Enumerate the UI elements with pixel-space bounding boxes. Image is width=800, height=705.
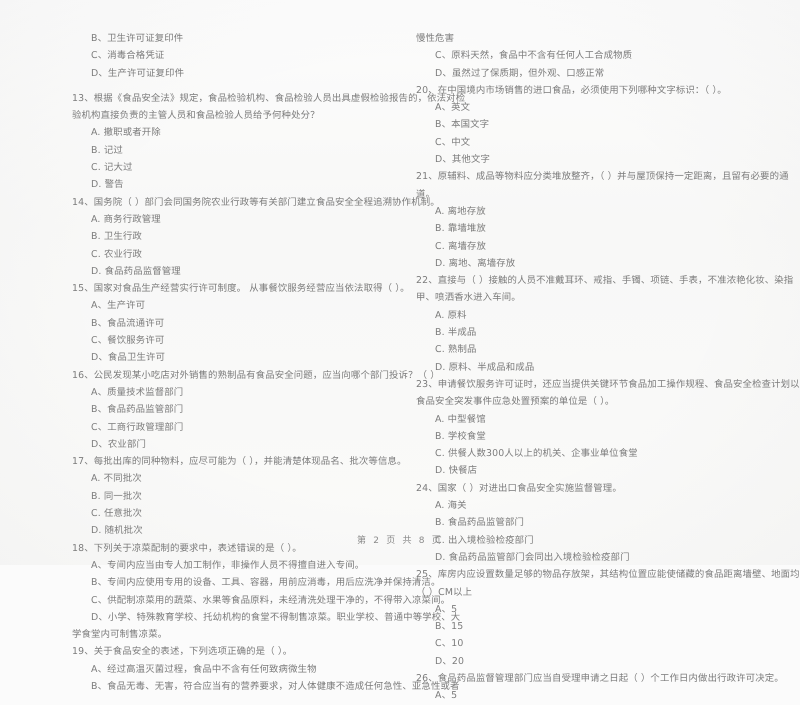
answer-option-line: C、10 [435,638,464,650]
answer-option-line: A. 海关 [435,500,467,512]
answer-option-line: B. 半成品 [435,327,477,339]
answer-option-line: C、餐饮服务许可 [91,335,165,347]
answer-option-line: C、中文 [435,136,471,148]
answer-option-line: C、原料天然，食品中不含有任何人工合成物质 [435,50,633,62]
question-stem-line: 25、库房内应设置数量足够的物品存放架，其结构位置应能使储藏的食品距离墙壁、地面… [416,569,800,581]
answer-option-line: A、专间内应当由专人加工制作，非操作人员不得擅自进入专间。 [91,559,365,571]
answer-option-line: A. 原料 [435,309,467,321]
answer-option-line: A. 不同批次 [91,473,142,485]
answer-option-line: A. 离地存放 [435,205,486,217]
question-stem-line: 24、国家（ ）对进出口食品安全实施监督管理。 [416,482,622,494]
wrapped-continuation-line: 验机构直接负责的主管人员和食品检验人员给予何种处分？ [72,110,320,122]
answer-option-line: C. 农业行政 [91,248,143,260]
answer-option-line: D. 原料、半成品和成品 [435,361,535,373]
question-stem-line: 13、根据《食品安全法》规定，食品检验机构、食品检验人员出具虚假检验报告的，依法… [72,92,466,104]
answer-option-line: B. 学校食堂 [435,430,486,442]
answer-option-line: D、其他文字 [435,154,490,166]
answer-option-line: C、消毒合格凭证 [91,50,165,62]
answer-option-line: D、生产许可证复印件 [91,67,185,79]
answer-option-line: B. 同一批次 [91,490,142,502]
scanned-page: B、卫生许可证复印件 C、消毒合格凭证 D、生产许可证复印件 13、根据《食品安全法》… [0,0,800,701]
answer-option-line: A. 撤职或者开除 [91,127,161,139]
page-footer: 第 2 页 共 8 页 [357,536,443,546]
question-stem-line: 16、公民发现某小吃店对外销售的熟制品有食品安全问题，应当向哪个部门投诉？（ ） [72,369,440,381]
question-stem-line: 26、食品药品监督管理部门应当自受理申请之日起（ ）个工作日内做出行政许可决定。 [416,672,784,684]
answer-option-line: C. 熟制品 [435,344,477,356]
answer-option-line: A、5 [435,690,458,702]
answer-option-line: A、经过高温灭菌过程，食品中不含有任何致病微生物 [91,663,317,675]
answer-option-line: B、本国文字 [435,119,490,131]
answer-option-line: D、20 [435,655,465,667]
answer-option-line: B、食品流通许可 [91,317,165,329]
question-stem-line: 23、申请餐饮服务许可证时，还应当提供关键环节食品加工操作规程、食品安全检查计划… [416,378,800,390]
answer-option-line: D. 食品药品监管部门会同出入境检验检疫部门 [435,551,630,563]
answer-option-line: A、英文 [435,102,471,114]
answer-option-line: D. 快餐店 [435,465,478,477]
answer-option-line: B、卫生许可证复印件 [91,33,184,44]
answer-option-line: A. 中型餐馆 [435,413,486,425]
wrapped-continuation-line: 甲、喷洒香水进入车间。 [416,292,521,304]
question-stem-line: 19、关于食品安全的表述，下列选项正确的是（ ）。 [72,646,293,658]
answer-option-line: B. 记过 [91,144,123,156]
wrapped-continuation-line: 道。 [416,188,436,200]
wrapped-continuation-line: 慢性危害 [416,33,455,44]
answer-option-line: A. 商务行政管理 [91,213,161,225]
answer-option-line: C. 供餐人数300人以上的机关、企事业单位食堂 [435,448,638,460]
answer-option-line: B. 卫生行政 [91,231,142,243]
answer-option-line: D、农业部门 [91,438,146,450]
question-stem-line: 14、国务院（ ）部门会同国务院农业行政等有关部门建立食品安全全程追溯协作机制。 [72,196,440,208]
answer-option-line: C、工商行政管理部门 [91,421,184,433]
answer-option-line: D、小学、特殊教育学校、托幼机构的食堂不得制售凉菜。职业学校、普通中等学校、大 [91,611,461,623]
right-text-column: 慢性危害 C、原料天然，食品中不含有任何人工合成物质 D、虽然过了保质期，但外观、口… [400,30,800,705]
answer-option-line: C. 任意批次 [91,508,143,520]
answer-option-line: D. 离地、离墙存放 [435,257,516,269]
answer-option-line: C. 记大过 [91,162,133,174]
question-stem-line: 21、原辅料、成品等物料应分类堆放整齐，（ ）并与屋顶保持一定距离，且留有必要的… [416,171,789,183]
answer-option-line: A、5 [435,603,458,615]
two-column-body: B、卫生许可证复印件 C、消毒合格凭证 D、生产许可证复印件 13、根据《食品安全法》… [0,30,800,705]
wrapped-continuation-line: 学食堂内可制售凉菜。 [72,629,168,641]
answer-option-line: D、虽然过了保质期，但外观、口感正常 [435,67,605,79]
answer-option-line: B、15 [435,621,464,633]
answer-option-line: B. 食品药品监管部门 [435,517,525,529]
answer-option-line: B、食品无毒、无害，符合应当有的营养要求，对人体健康不造成任何急性、亚急性或者 [91,680,460,692]
answer-option-line: B. 靠墙堆放 [435,223,486,235]
answer-option-line: A、质量技术监督部门 [91,386,184,398]
answer-option-line: D. 警告 [91,179,124,191]
wrapped-continuation-line: （ ）CM以上 [416,586,473,598]
answer-option-line: C、供配制凉菜用的蔬菜、水果等食品原料，未经清洗处理干净的，不得带入凉菜间。 [91,594,451,606]
answer-option-line: D. 食品药品监督管理 [91,265,181,277]
answer-option-line: D、食品卫生许可 [91,352,166,364]
question-stem-line: 20、在中国境内市场销售的进口食品，必须使用下列哪种文字标识：（ ）。 [416,84,727,96]
question-stem-line: 17、每批出库的同种物料，应尽可能为（ ），并能清楚体现品名、批次等信息。 [72,456,407,468]
question-stem-line: 22、直接与（ ）接触的人员不准戴耳环、戒指、手镯、项链、手表，不准浓艳化妆、染… [416,275,794,287]
wrapped-continuation-line: 食品安全突发事件应急处置预案的单位是（ ）。 [416,396,615,408]
answer-option-line: A、生产许可 [91,300,146,312]
question-stem-line: 15、国家对食品生产经营实行许可制度。 从事餐饮服务经营应当依法取得（ ）。 [72,283,410,295]
left-text-column: B、卫生许可证复印件 C、消毒合格凭证 D、生产许可证复印件 13、根据《食品安全法》… [0,30,466,705]
answer-option-line: B、食品药品监管部门 [91,404,184,416]
answer-option-line: B、专间内应使用专用的设备、工具、容器，用前应消毒，用后应洗净并保持清洁。 [91,577,441,589]
answer-option-line: C. 离墙存放 [435,240,487,252]
